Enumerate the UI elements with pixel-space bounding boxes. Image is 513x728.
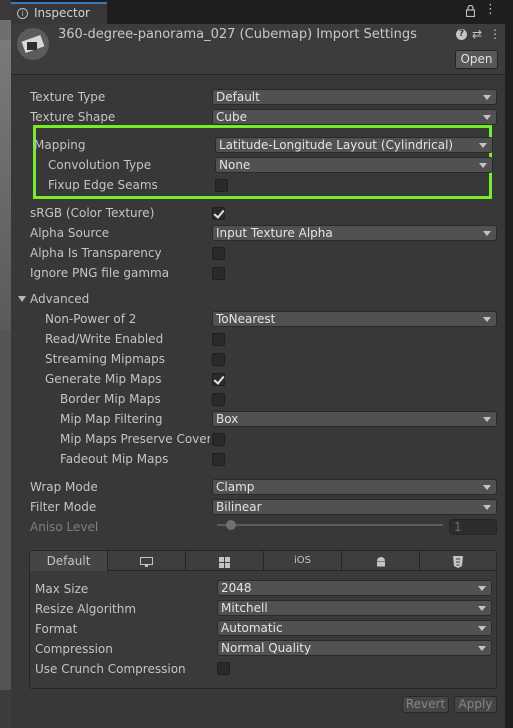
- alpha-is-transparency-checkbox[interactable]: [212, 247, 225, 260]
- fadeout-mip-maps-label: Fadeout Mip Maps: [60, 452, 169, 466]
- tab-default[interactable]: Default: [30, 551, 108, 571]
- windows-icon: [219, 552, 230, 572]
- chevron-down-icon: [478, 646, 486, 651]
- apply-button[interactable]: Apply: [454, 696, 497, 713]
- streaming-mipmaps-label: Streaming Mipmaps: [45, 352, 166, 366]
- filter-mode-dropdown[interactable]: Bilinear: [212, 499, 497, 515]
- mapping-label: Mapping: [34, 138, 86, 152]
- tab-webgl[interactable]: [420, 551, 496, 571]
- alpha-source-label: Alpha Source: [30, 226, 110, 240]
- convolution-type-label: Convolution Type: [48, 158, 152, 172]
- format-label: Format: [35, 622, 78, 636]
- resize-algorithm-dropdown[interactable]: Mitchell: [217, 600, 492, 616]
- platform-tabs: Default iOS: [30, 551, 496, 571]
- chevron-down-icon: [483, 115, 491, 120]
- chevron-down-icon: [483, 485, 491, 490]
- chevron-down-icon: [479, 163, 487, 168]
- android-icon: [375, 552, 387, 572]
- aniso-level-label: Aniso Level: [30, 520, 99, 534]
- chevron-down-icon: [483, 231, 491, 236]
- tab-ios[interactable]: iOS: [264, 551, 342, 571]
- srgb-checkbox[interactable]: [212, 207, 225, 220]
- use-crunch-checkbox[interactable]: [217, 662, 230, 675]
- chevron-down-icon: [478, 626, 486, 631]
- ignore-png-gamma-checkbox[interactable]: [212, 267, 225, 280]
- tab-inspector[interactable]: i Inspector: [11, 2, 107, 24]
- scene-view-edge: [0, 0, 11, 728]
- max-size-dropdown[interactable]: 2048: [217, 580, 492, 596]
- advanced-foldout-label[interactable]: Advanced: [30, 292, 89, 306]
- use-crunch-label: Use Crunch Compression: [35, 662, 186, 676]
- mip-map-filtering-dropdown[interactable]: Box: [212, 411, 497, 427]
- compression-label: Compression: [35, 642, 113, 656]
- aniso-level-slider[interactable]: [217, 524, 443, 526]
- asset-title: 360-degree-panorama_027 (Cubemap) Import…: [58, 27, 417, 42]
- compression-dropdown[interactable]: Normal Quality: [217, 640, 492, 656]
- read-write-label: Read/Write Enabled: [45, 332, 164, 346]
- mip-maps-preserve-coverage-label: Mip Maps Preserve Covera: [60, 432, 210, 446]
- ignore-png-gamma-label: Ignore PNG file gamma: [30, 266, 170, 280]
- tab-windows[interactable]: [186, 551, 264, 571]
- alpha-source-dropdown[interactable]: Input Texture Alpha: [212, 225, 497, 241]
- monitor-icon: [140, 552, 153, 572]
- open-button[interactable]: Open: [455, 50, 498, 69]
- chevron-down-icon: [483, 417, 491, 422]
- srgb-label: sRGB (Color Texture): [30, 206, 155, 220]
- texture-type-label: Texture Type: [30, 90, 106, 104]
- kebab-menu-icon[interactable]: ⋮: [489, 27, 501, 41]
- chevron-down-icon: [483, 505, 491, 510]
- chevron-down-icon: [479, 143, 487, 148]
- read-write-checkbox[interactable]: [212, 333, 225, 346]
- streaming-mipmaps-checkbox[interactable]: [212, 353, 225, 366]
- tab-label: Inspector: [34, 6, 90, 20]
- fixup-edge-seams-checkbox[interactable]: [215, 179, 228, 192]
- kebab-menu-icon[interactable]: ⋮: [484, 3, 497, 17]
- border-mip-maps-label: Border Mip Maps: [60, 392, 161, 406]
- format-dropdown[interactable]: Automatic: [217, 620, 492, 636]
- convolution-type-dropdown[interactable]: None: [215, 157, 493, 173]
- chevron-down-icon: [483, 95, 491, 100]
- html5-icon: [453, 552, 463, 572]
- preset-sliders-icon[interactable]: ⇄: [472, 27, 482, 41]
- mip-map-filtering-label: Mip Map Filtering: [60, 412, 163, 426]
- wrap-mode-label: Wrap Mode: [30, 480, 98, 494]
- non-power-of-2-dropdown[interactable]: ToNearest: [212, 311, 497, 327]
- texture-shape-label: Texture Shape: [30, 110, 116, 124]
- border-mip-maps-checkbox[interactable]: [212, 393, 225, 406]
- max-size-label: Max Size: [35, 582, 89, 596]
- wrap-mode-dropdown[interactable]: Clamp: [212, 479, 497, 495]
- alpha-is-transparency-label: Alpha Is Transparency: [30, 246, 162, 260]
- mapping-dropdown[interactable]: Latitude-Longitude Layout (Cylindrical): [215, 137, 493, 153]
- chevron-down-icon: [478, 586, 486, 591]
- window-edge: [505, 0, 513, 728]
- tab-standalone[interactable]: [108, 551, 186, 571]
- mip-maps-preserve-coverage-checkbox[interactable]: [212, 433, 225, 446]
- help-icon[interactable]: ?: [456, 29, 467, 40]
- revert-button[interactable]: Revert: [402, 696, 449, 713]
- tab-android[interactable]: [342, 551, 420, 571]
- filter-mode-label: Filter Mode: [30, 500, 97, 514]
- texture-type-dropdown[interactable]: Default: [212, 89, 497, 105]
- fadeout-mip-maps-checkbox[interactable]: [212, 453, 225, 466]
- foldout-arrow-icon[interactable]: [18, 296, 26, 302]
- info-icon: i: [17, 8, 28, 19]
- generate-mip-maps-label: Generate Mip Maps: [45, 372, 162, 386]
- non-power-of-2-label: Non-Power of 2: [45, 312, 137, 326]
- lock-icon[interactable]: [466, 5, 475, 17]
- asset-thumbnail: [17, 28, 49, 60]
- chevron-down-icon: [483, 317, 491, 322]
- aniso-level-field[interactable]: 1: [449, 519, 497, 535]
- texture-shape-dropdown[interactable]: Cube: [212, 109, 497, 125]
- fixup-edge-seams-label: Fixup Edge Seams: [48, 178, 158, 192]
- resize-algorithm-label: Resize Algorithm: [35, 602, 137, 616]
- chevron-down-icon: [478, 606, 486, 611]
- slider-thumb[interactable]: [226, 520, 236, 530]
- generate-mip-maps-checkbox[interactable]: [212, 373, 225, 386]
